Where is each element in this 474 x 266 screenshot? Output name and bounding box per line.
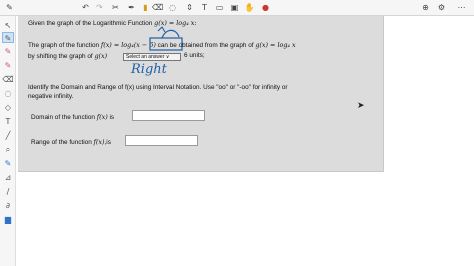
laser-icon[interactable]: ●: [260, 2, 271, 13]
domain-input[interactable]: [132, 110, 205, 121]
pen-tool-icon[interactable]: ✎: [2, 32, 14, 43]
edit-icon[interactable]: ✎: [4, 2, 15, 13]
zoom-tool-icon[interactable]: ⌕: [2, 144, 14, 155]
left-tool-strip: ↖ ✎ ✎ ✎ ⌫ ◌ ◇ T ╱ ⌕ ✎ ⊿ ∕ ∂ ▆: [0, 16, 16, 266]
title-text: Given the graph of the Logarithmic Funct…: [28, 20, 153, 27]
shift-direction-select[interactable]: Select an answer ∨: [123, 53, 181, 61]
text-icon[interactable]: T: [199, 2, 210, 13]
stroke-tool-icon[interactable]: ∕: [2, 186, 14, 197]
eraser-tool-icon[interactable]: ⌫: [2, 74, 14, 85]
title-function: g(x) = log₄ x:: [154, 19, 197, 27]
color-swatch-icon[interactable]: ▆: [2, 214, 14, 225]
pointer-icon[interactable]: ↖: [2, 20, 14, 31]
shapes-icon[interactable]: ▭: [214, 2, 225, 13]
highlighter-icon[interactable]: ▮: [140, 2, 151, 13]
f-definition: f(x) = log₄: [100, 41, 134, 49]
highlighter-tool-icon[interactable]: ✎: [2, 46, 14, 57]
redo-icon[interactable]: ↷: [94, 2, 105, 13]
question-title: Given the graph of the Logarithmic Funct…: [28, 19, 197, 28]
zoom-icon[interactable]: ⊕: [420, 2, 431, 13]
statement-text-1: The graph of the function: [28, 42, 100, 49]
ink-to-math-icon[interactable]: ∂: [2, 200, 14, 211]
pen-icon[interactable]: ✒: [126, 2, 137, 13]
range-label: Range of the function f(x),is: [31, 138, 111, 146]
range-input[interactable]: [125, 135, 198, 146]
settings-icon[interactable]: ⚙: [436, 2, 447, 13]
lasso-tool-icon[interactable]: ◌: [2, 88, 14, 99]
more-icon[interactable]: ⋯: [456, 2, 467, 13]
instructions-line-2: negative infinity.: [28, 93, 74, 100]
hand-icon[interactable]: ✋: [244, 2, 255, 13]
shift-units-text: 6 units;: [184, 52, 205, 59]
insert-space-icon[interactable]: ⇕: [184, 2, 195, 13]
g-definition: g(x) = log₄ x: [255, 41, 296, 49]
shape-tool-icon[interactable]: ◇: [2, 102, 14, 113]
line-tool-icon[interactable]: ╱: [2, 130, 14, 141]
f-argument: (x − 6): [133, 41, 156, 49]
image-icon[interactable]: ▣: [229, 2, 240, 13]
statement-text-3: by shifting the graph of: [28, 53, 93, 60]
shift-statement-line-2: by shifting the graph of g(x): [28, 52, 107, 61]
statement-text-2: can be obtained from the graph of: [157, 42, 254, 49]
question-panel: Given the graph of the Logarithmic Funct…: [18, 16, 384, 172]
shift-statement: The graph of the function f(x) = log₄(x …: [28, 41, 296, 50]
instructions-line-1: Identify the Domain and Range of f(x) us…: [28, 84, 288, 91]
ruler-tool-icon[interactable]: ⊿: [2, 172, 14, 183]
color-tool-icon[interactable]: ✎: [2, 158, 14, 169]
mouse-cursor-icon: ➤: [357, 101, 365, 111]
text-tool-icon[interactable]: T: [2, 116, 14, 127]
top-toolbar: ✎ ↶ ↷ ✂ ✒ ▮ ⌫ ◌ ⇕ T ▭ ▣ ✋ ● ⊕ ⚙ ⋯: [0, 0, 474, 16]
marker-tool-icon[interactable]: ✎: [2, 60, 14, 71]
cut-icon[interactable]: ✂: [110, 2, 121, 13]
lasso-icon[interactable]: ◌: [167, 2, 178, 13]
undo-icon[interactable]: ↶: [80, 2, 91, 13]
domain-label: Domain of the function f(x) is: [31, 113, 115, 121]
g-reference: g(x): [94, 52, 108, 60]
eraser-icon[interactable]: ⌫: [152, 2, 163, 13]
